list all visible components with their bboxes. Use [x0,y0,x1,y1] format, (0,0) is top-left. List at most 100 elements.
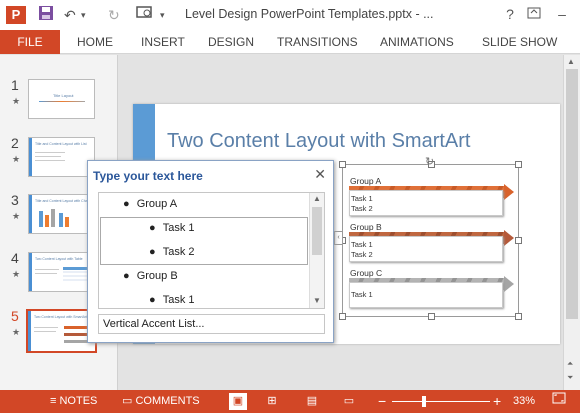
ribbon-display-icon[interactable] [524,4,544,24]
smartart-layout-link[interactable]: Vertical Accent List... [98,314,325,334]
smartart-group-label: Group B [350,222,382,232]
smartart-box-a[interactable]: Task 1 Task 2 [349,190,503,216]
tab-slide-show[interactable]: SLIDE SHOW [482,30,557,54]
close-icon[interactable]: ✕ [314,166,326,183]
resize-handle[interactable] [515,161,522,168]
tab-animations[interactable]: ANIMATIONS [380,30,454,54]
undo-icon[interactable]: ↶ [64,5,76,25]
zoom-in-button[interactable]: + [493,390,501,413]
zoom-slider-track[interactable] [392,396,490,407]
thumbnail-bar [65,217,69,227]
thumbnail-accent [29,253,32,291]
reading-view-icon[interactable]: ▤ [303,393,321,410]
thumbnail-title: Title and Content Layout with List [35,142,87,146]
list-item[interactable]: ● Task 1 [149,294,195,306]
notes-button[interactable]: ≡ NOTES [50,390,97,413]
list-item[interactable]: ● Group A [123,198,177,210]
slide-title[interactable]: Two Content Layout with SmartArt [167,130,470,153]
list-item-text: Task 2 [162,246,195,258]
status-bar: ≡ NOTES ▭ COMMENTS ▣ ⊞ ▤ ▭ − + 33% [0,390,580,413]
thumbnail-bar [45,215,49,227]
scroll-up-icon[interactable]: ▲ [313,194,321,203]
chevron-down-icon[interactable]: ▾ [81,5,86,25]
scroll-prev-slide-icon[interactable]: ⏶ [567,359,573,369]
present-icon[interactable] [136,5,154,26]
animation-star-icon: ★ [12,211,21,221]
minimize-icon[interactable]: – [552,4,572,24]
resize-handle[interactable] [515,313,522,320]
normal-view-icon[interactable]: ▣ [229,393,247,410]
thumbnail-line [39,101,85,102]
slide-number: 2 [11,135,19,151]
thumbnail-bar [51,209,55,227]
comments-label: COMMENTS [135,395,200,407]
fit-slide-icon[interactable] [552,390,566,413]
thumbnail-line [35,160,65,161]
resize-handle[interactable] [515,237,522,244]
slide-sorter-icon[interactable]: ⊞ [263,393,281,410]
smartart-group-label: Group C [350,268,383,278]
tab-home[interactable]: HOME [77,30,113,54]
smartart-box-c[interactable]: Task 1 [349,282,503,308]
thumbnail-bar [59,213,63,227]
tab-insert[interactable]: INSERT [141,30,185,54]
text-pane-list[interactable]: ● Group A ● Task 1 ● Task 2 ● Group B ● … [98,192,325,309]
thumbnail-bar [39,211,43,227]
scroll-next-slide-icon[interactable]: ⏷ [567,373,573,383]
list-item[interactable]: ● Task 2 [149,246,195,258]
slide-thumbnail-1[interactable]: Title Layout [28,79,95,119]
thumbnail-accent [28,311,31,351]
resize-handle[interactable] [339,313,346,320]
slide-thumbnail-3[interactable]: Title and Content Layout with Chart [28,194,95,234]
notes-label: NOTES [59,395,98,407]
list-item[interactable]: ● Task 1 [149,222,195,234]
notes-icon: ≡ [50,395,57,407]
smartart-task: Task 1 [351,240,373,249]
scrollbar-thumb[interactable] [312,207,322,255]
resize-handle[interactable] [428,313,435,320]
animation-star-icon: ★ [12,96,21,106]
zoom-out-button[interactable]: − [378,390,386,413]
tab-file[interactable]: FILE [0,30,60,54]
list-item-text: Task 1 [162,294,195,306]
powerpoint-logo: P [6,6,26,24]
zoom-slider-thumb[interactable] [422,396,426,407]
rotate-handle-icon[interactable]: ↻ [425,155,434,168]
selected-items-highlight [100,217,308,265]
tab-transitions[interactable]: TRANSITIONS [277,30,358,54]
slide-number: 4 [11,250,19,266]
smartart-frame[interactable]: ↻ ‹ Group A Task 1 Task 2 Group B Task 1… [334,156,522,320]
resize-handle[interactable] [339,161,346,168]
save-icon[interactable] [38,5,54,26]
list-item[interactable]: ● Group B [123,270,178,282]
text-pane-scrollbar[interactable]: ▲ ▼ [309,193,324,308]
thumbnail-line [34,327,58,328]
list-item-text: Group B [136,270,178,282]
slide-number: 5 [11,308,19,324]
text-pane-toggle-icon[interactable]: ‹ [334,231,343,245]
scroll-up-icon[interactable]: ▲ [567,57,575,66]
slideshow-icon[interactable]: ▭ [340,393,358,410]
animation-star-icon: ★ [12,327,21,337]
zoom-level[interactable]: 33% [513,390,535,413]
slide-thumbnail-4[interactable]: Two Content Layout with Table [28,252,95,292]
thumbnail-accent [29,195,32,233]
ribbon-tabs: FILE HOME INSERT DESIGN TRANSITIONS ANIM… [0,30,580,54]
redo-icon[interactable]: ↻ [108,5,120,25]
slide-number: 3 [11,192,19,208]
smartart-group-label: Group A [350,176,382,186]
vertical-scrollbar[interactable]: ▲ ⏶ ⏷ [563,55,580,390]
smartart-box-b[interactable]: Task 1 Task 2 [349,236,503,262]
smartart-text-pane[interactable]: Type your text here ✕ ● Group A ● Task 1… [87,160,334,343]
scroll-down-icon[interactable]: ▼ [313,296,321,305]
scrollbar-thumb[interactable] [566,69,578,319]
qat-customize-chevron-icon[interactable]: ▾ [160,5,165,25]
thumbnail-line [35,152,65,153]
smartart-task: Task 1 [351,290,373,299]
help-icon[interactable]: ? [500,4,520,24]
list-item-text: Group A [136,198,178,210]
comments-button[interactable]: ▭ COMMENTS [122,390,200,413]
thumbnail-line [35,269,59,270]
slide-thumbnail-2[interactable]: Title and Content Layout with List [28,137,95,177]
tab-design[interactable]: DESIGN [208,30,254,54]
